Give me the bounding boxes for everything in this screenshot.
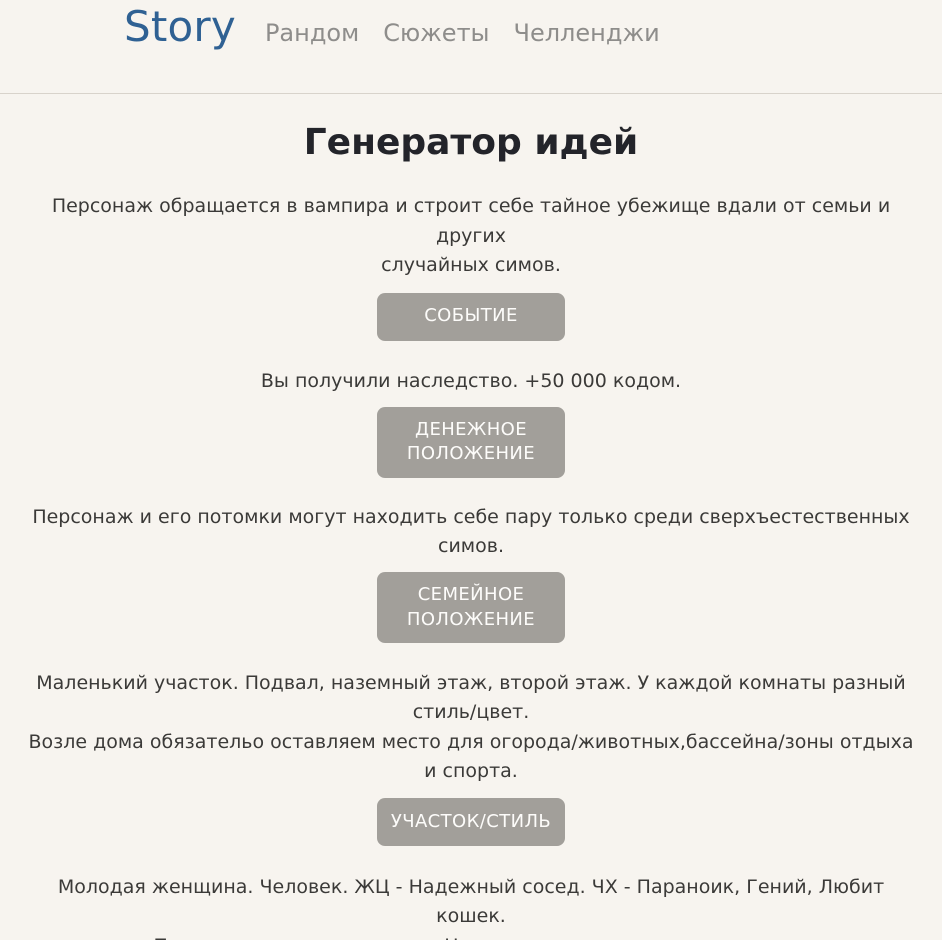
lot-style-result-text: Маленький участок. Подвал, наземный этаж… (6, 669, 936, 787)
character-result-line-2: Предпочитает одиночество. Ну или одиноче… (20, 932, 922, 940)
event-button[interactable]: СОБЫТИЕ (377, 292, 565, 341)
generator-block-money: Вы получили наследство. +50 000 кодом. Д… (0, 367, 942, 478)
generator-block-lot-style: Маленький участок. Подвал, наземный этаж… (0, 669, 942, 846)
money-button-label-line-1: ДЕНЕЖНОЕ (414, 418, 527, 440)
family-button-label-line-2: ПОЛОЖЕНИЕ (406, 608, 536, 630)
family-button-label-line-1: СЕМЕЙНОЕ (417, 584, 525, 606)
nav-link-plots[interactable]: Сюжеты (383, 21, 489, 45)
family-result-text: Персонаж и его потомки могут находить се… (6, 503, 936, 562)
character-result-text: Молодая женщина. Человек. ЖЦ - Надежный … (6, 873, 936, 940)
event-button-label: СОБЫТИЕ (424, 305, 518, 327)
site-header: Story Рандом Сюжеты Челленджи (0, 0, 942, 94)
event-result-text: Персонаж обращается в вампира и строит с… (6, 192, 936, 280)
header-inner: Story Рандом Сюжеты Челленджи (0, 6, 660, 48)
page-title: Генератор идей (303, 122, 639, 163)
family-result-line-1: Персонаж и его потомки могут находить се… (32, 505, 910, 557)
event-result-line-1: Персонаж обращается в вампира и строит с… (51, 195, 891, 247)
character-result-line-1: Молодая женщина. Человек. ЖЦ - Надежный … (57, 875, 885, 928)
money-button[interactable]: ДЕНЕЖНОЕ ПОЛОЖЕНИЕ (377, 406, 565, 478)
event-result-line-2: случайных симов. (381, 254, 561, 277)
generator-block-character: Молодая женщина. Человек. ЖЦ - Надежный … (0, 873, 942, 940)
money-result-text: Вы получили наследство. +50 000 кодом. (247, 367, 695, 396)
generator-block-event: Персонаж обращается в вампира и строит с… (0, 192, 942, 341)
lot-style-result-line-1: Маленький участок. Подвал, наземный этаж… (36, 672, 906, 724)
main-navigation: Рандом Сюжеты Челленджи (265, 21, 660, 45)
main-content: Генератор идей Персонаж обращается в вам… (0, 121, 942, 940)
money-button-label-line-2: ПОЛОЖЕНИЕ (406, 443, 536, 465)
money-result-line-1: Вы получили наследство. +50 000 кодом. (260, 369, 682, 392)
brand-logo[interactable]: Story (124, 6, 236, 48)
generator-block-family: Персонаж и его потомки могут находить се… (0, 503, 942, 643)
lot-style-result-line-2: Возле дома обязательо оставляем место дл… (28, 730, 914, 783)
family-button[interactable]: СЕМЕЙНОЕ ПОЛОЖЕНИЕ (377, 572, 565, 643)
nav-link-random[interactable]: Рандом (265, 21, 359, 45)
nav-link-challenges[interactable]: Челленджи (514, 21, 660, 45)
lot-style-button-label: УЧАСТОК/СТИЛЬ (390, 810, 552, 832)
lot-style-button[interactable]: УЧАСТОК/СТИЛЬ (377, 797, 565, 846)
